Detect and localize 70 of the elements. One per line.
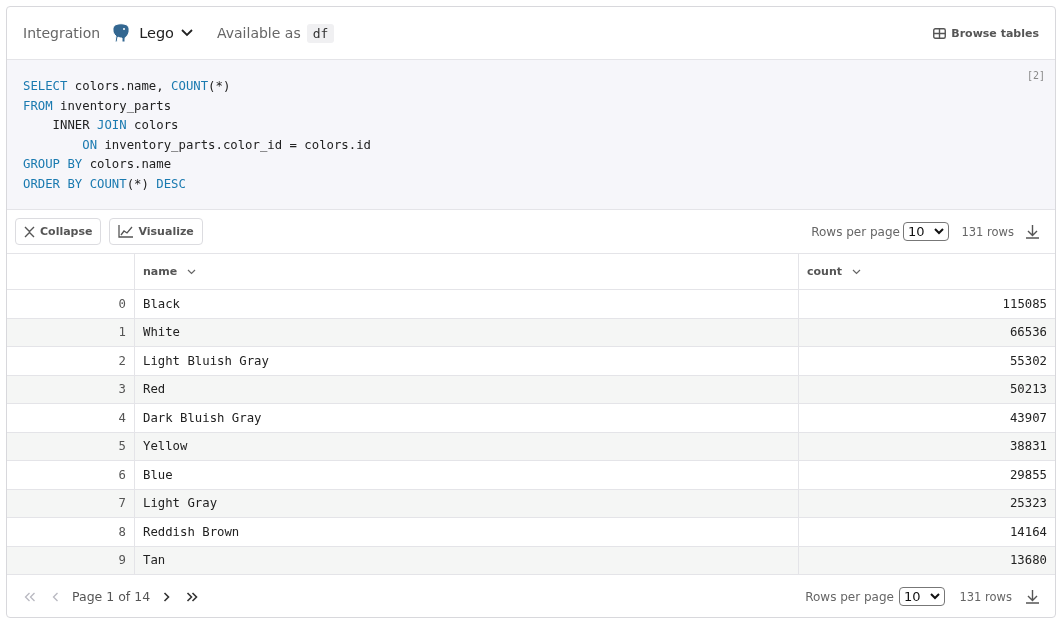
table-cell: 55302: [1009, 353, 1047, 368]
rows-per-page-select[interactable]: 10: [902, 222, 950, 241]
download-button[interactable]: [1026, 589, 1039, 604]
table-cell: 38831: [1009, 439, 1047, 454]
code-line: GROUP BY colors.name: [23, 156, 173, 174]
table-cell: Tan: [143, 553, 166, 568]
double-chevron-right-icon: [186, 591, 199, 602]
column-header[interactable]: name: [143, 265, 197, 278]
table-cell: 43907: [1009, 410, 1047, 425]
double-chevron-left-icon: [24, 591, 36, 602]
integration-label: Integration: [23, 25, 101, 41]
table-cell: Black: [143, 296, 181, 311]
row-count: 131 rows: [959, 589, 1012, 604]
row-index: 5: [118, 439, 126, 454]
table-cell: 115085: [1002, 296, 1047, 311]
table-cell: Light Bluish Gray: [143, 353, 269, 368]
visualize-button[interactable]: Visualize: [109, 218, 203, 245]
table-cell: 66536: [1009, 325, 1047, 340]
row-index: 2: [118, 353, 126, 368]
download-icon: [1026, 224, 1039, 239]
line-chart-icon: [118, 225, 134, 238]
collapse-icon: [24, 225, 35, 238]
chevron-down-icon: [181, 29, 193, 37]
table-cell: 25323: [1009, 496, 1047, 511]
rows-per-page-label: Rows per page: [811, 224, 900, 239]
row-index: 3: [118, 382, 126, 397]
row-index: 7: [118, 496, 126, 511]
collapse-button[interactable]: Collapse: [15, 218, 102, 245]
code-line: ORDER BY COUNT(*) DESC: [23, 175, 187, 193]
chevron-left-icon: [52, 591, 59, 602]
table-cell: Yellow: [143, 439, 188, 454]
variable-name[interactable]: df: [306, 23, 335, 43]
row-index: 4: [118, 410, 126, 425]
code-line: SELECT colors.name, COUNT(*): [23, 78, 232, 95]
table-cell: Red: [143, 382, 166, 397]
browse-tables-button[interactable]: Browse tables: [933, 26, 1039, 40]
rows-per-page-select[interactable]: 10: [898, 587, 946, 606]
row-index: 0: [118, 296, 126, 311]
code-line: ON inventory_parts.color_id = colors.id: [81, 136, 372, 154]
chevron-down-icon: [930, 593, 941, 600]
page-indicator: Page 1 of 14: [72, 589, 151, 604]
chevron-down-icon: [187, 268, 197, 275]
row-count: 131 rows: [961, 224, 1014, 239]
download-button[interactable]: [1026, 224, 1039, 239]
table-cell: 13680: [1009, 553, 1047, 568]
table-cell: 50213: [1009, 382, 1047, 397]
table-cell: 29855: [1009, 467, 1047, 482]
available-as-label: Available as: [217, 25, 301, 41]
table-cell: Blue: [143, 467, 173, 482]
row-index: 6: [118, 467, 126, 482]
code-line: FROM inventory_parts: [23, 97, 173, 115]
chevron-right-icon: [163, 591, 171, 602]
table-cell: Reddish Brown: [143, 524, 240, 539]
chevron-down-icon: [852, 268, 861, 275]
rows-per-page-label: Rows per page: [805, 589, 894, 604]
row-index: 8: [118, 524, 126, 539]
row-index: 1: [118, 325, 126, 340]
chevron-down-icon: [934, 228, 945, 235]
table-cell: White: [143, 325, 181, 340]
table-cell: Light Gray: [143, 496, 218, 511]
code-editor[interactable]: SELECT colors.name, COUNT(*) FROM inventory_parts INNER JOIN colors ON inventory_parts.color_id = colors.id GROUP BY colors.name ORDER BY COUNT(*) DESC [2]: [7, 60, 1055, 210]
integration-dropdown[interactable]: Lego: [110, 22, 193, 44]
download-icon: [1026, 589, 1039, 604]
cell-counter: [2]: [1026, 70, 1045, 81]
table-cell: 14164: [1009, 524, 1047, 539]
column-header[interactable]: count: [807, 265, 861, 278]
code-line: INNER JOIN colors: [51, 117, 180, 135]
table-cell: Dark Bluish Gray: [143, 410, 262, 425]
table-icon: [933, 27, 947, 39]
row-index: 9: [118, 553, 126, 568]
